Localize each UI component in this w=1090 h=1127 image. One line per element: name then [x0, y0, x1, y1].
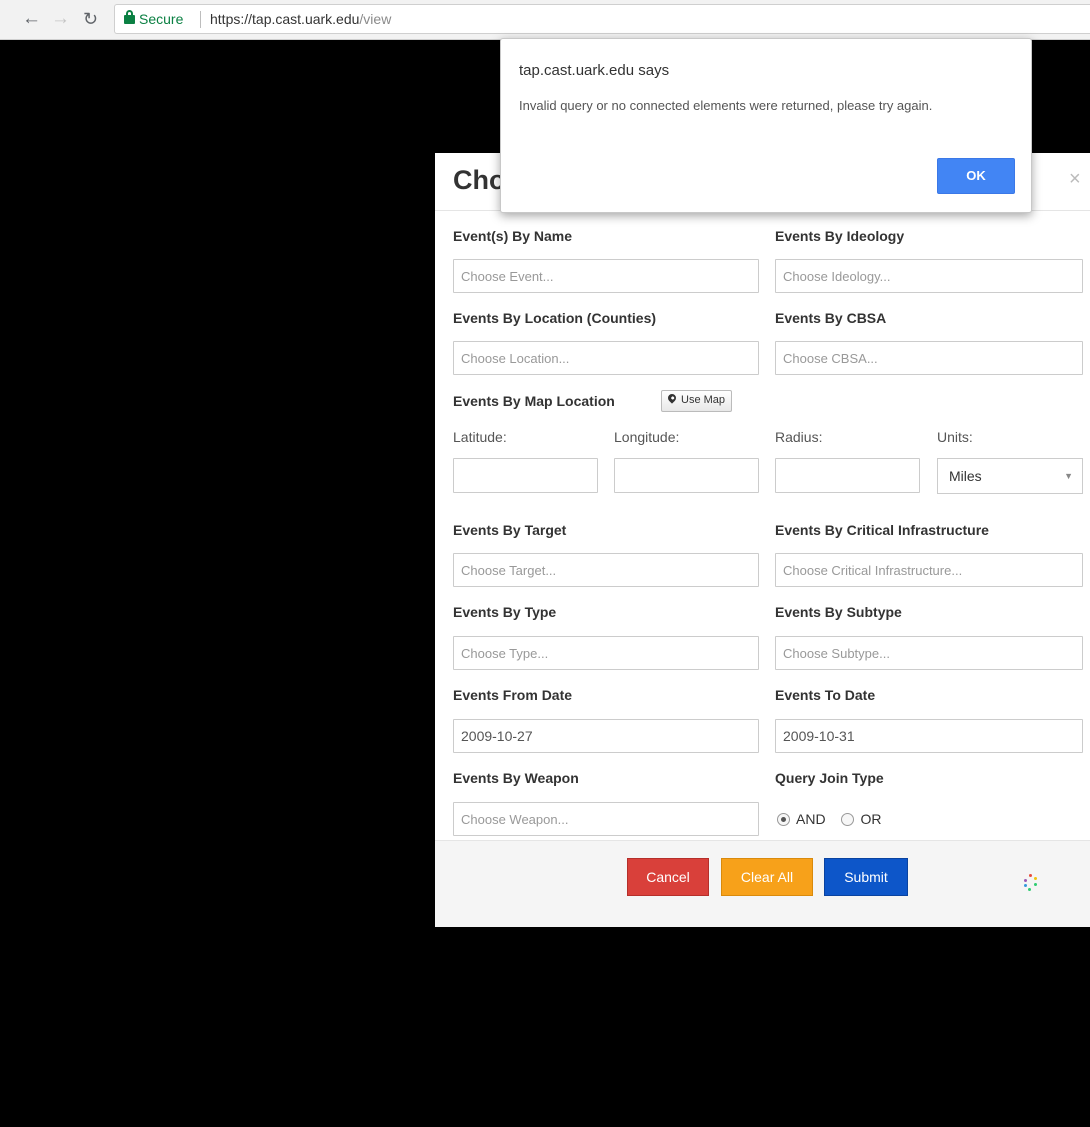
weapon-label: Events By Weapon — [453, 770, 579, 786]
radius-label: Radius: — [775, 429, 823, 445]
longitude-label: Longitude: — [614, 429, 680, 445]
alert-dialog: tap.cast.uark.edu says Invalid query or … — [500, 38, 1032, 213]
reload-icon[interactable]: ↻ — [83, 8, 98, 30]
latitude-input[interactable] — [453, 458, 598, 493]
join-type-label: Query Join Type — [775, 770, 884, 786]
or-radio[interactable] — [841, 813, 855, 826]
units-selected-value: Miles — [949, 468, 982, 484]
map-location-label: Events By Map Location — [453, 393, 615, 409]
map-pin-icon — [666, 392, 678, 404]
and-radio[interactable] — [777, 813, 790, 826]
url-base: https://tap.cast.uark.edu — [210, 11, 360, 27]
browser-toolbar: ← → ↻ Secure https://tap.cast.uark.edu/v… — [0, 0, 1090, 40]
subtype-input[interactable] — [775, 636, 1083, 670]
cbsa-label: Events By CBSA — [775, 310, 887, 326]
or-radio-label: OR — [860, 811, 882, 827]
type-input[interactable] — [453, 636, 759, 670]
lock-icon — [124, 10, 135, 24]
units-select[interactable]: Miles ▼ — [937, 458, 1083, 494]
use-map-button[interactable]: Use Map — [661, 390, 733, 412]
from-date-input[interactable] — [453, 719, 759, 753]
use-map-label: Use Map — [681, 394, 726, 406]
forward-arrow-icon[interactable]: → — [51, 8, 70, 30]
units-label: Units: — [937, 429, 973, 445]
back-arrow-icon[interactable]: ← — [22, 8, 41, 30]
chevron-down-icon: ▼ — [1064, 471, 1073, 481]
ok-button[interactable]: OK — [937, 158, 1015, 194]
loading-spinner-icon — [1023, 874, 1039, 894]
location-input[interactable] — [453, 341, 759, 375]
submit-button[interactable]: Submit — [824, 858, 908, 896]
url-path: /view — [359, 11, 392, 27]
target-label: Events By Target — [453, 522, 567, 538]
from-date-label: Events From Date — [453, 687, 573, 703]
cancel-button[interactable]: Cancel — [627, 858, 709, 896]
address-bar[interactable]: Secure https://tap.cast.uark.edu/view — [114, 4, 1090, 34]
longitude-input[interactable] — [614, 458, 759, 493]
subtype-label: Events By Subtype — [775, 604, 902, 620]
address-divider — [200, 11, 201, 28]
url-text[interactable]: https://tap.cast.uark.edu/view — [210, 11, 391, 27]
critical-infrastructure-label: Events By Critical Infrastructure — [775, 522, 989, 538]
query-modal: Choose × Event(s) By Name Events By Ideo… — [435, 153, 1090, 927]
to-date-label: Events To Date — [775, 687, 876, 703]
to-date-input[interactable] — [775, 719, 1083, 753]
modal-footer: Cancel Clear All Submit — [435, 840, 1090, 927]
radius-input[interactable] — [775, 458, 920, 493]
close-icon[interactable]: × — [1069, 168, 1081, 191]
alert-message: Invalid query or no connected elements w… — [519, 98, 933, 113]
latitude-label: Latitude: — [453, 429, 507, 445]
weapon-input[interactable] — [453, 802, 759, 836]
alert-title: tap.cast.uark.edu says — [519, 62, 670, 79]
location-label: Events By Location (Counties) — [453, 310, 657, 326]
and-radio-label: AND — [796, 811, 826, 827]
clear-all-button[interactable]: Clear All — [721, 858, 813, 896]
ideology-input[interactable] — [775, 259, 1083, 293]
secure-label: Secure — [139, 11, 184, 27]
cbsa-input[interactable] — [775, 341, 1083, 375]
event-name-label: Event(s) By Name — [453, 228, 573, 244]
critical-infrastructure-input[interactable] — [775, 553, 1083, 587]
ideology-label: Events By Ideology — [775, 228, 905, 244]
type-label: Events By Type — [453, 604, 557, 620]
event-name-input[interactable] — [453, 259, 759, 293]
target-input[interactable] — [453, 553, 759, 587]
join-type-radio-group: AND OR — [777, 811, 893, 827]
